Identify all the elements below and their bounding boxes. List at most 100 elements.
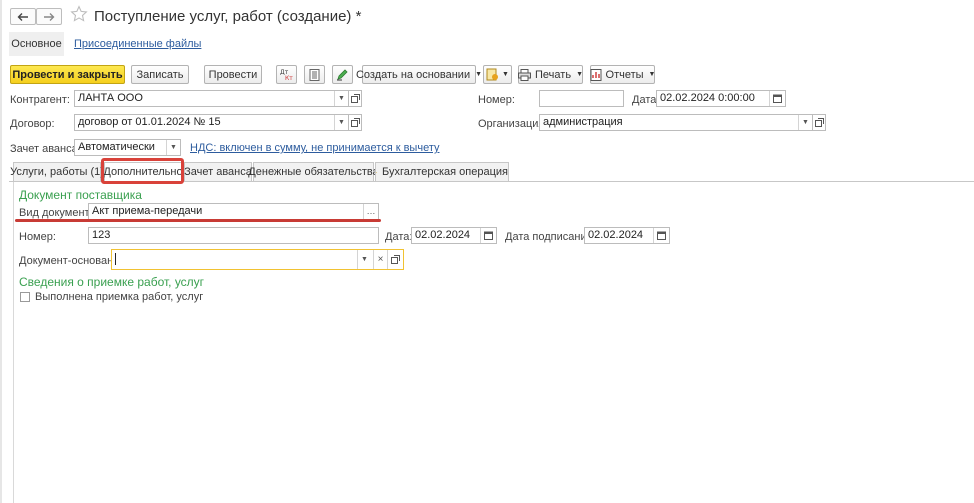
chevron-down-icon: ▼: [338, 119, 345, 126]
number-field[interactable]: [539, 90, 624, 107]
reports-button[interactable]: Отчеты ▼: [590, 65, 655, 84]
tab-accounting-operation[interactable]: Бухгалтерская операция: [375, 162, 509, 182]
sign-date-label: Дата подписания:: [505, 231, 596, 243]
tab-accounting-operation-label: Бухгалтерская операция: [382, 166, 508, 178]
post-label: Провести: [208, 68, 258, 81]
doc-type-value: Акт приема-передачи: [92, 205, 203, 217]
counterparty-dropdown-button[interactable]: ▼: [334, 91, 348, 106]
number-label: Номер:: [478, 94, 515, 106]
text-cursor: [115, 253, 116, 265]
post-and-close-button[interactable]: Провести и закрыть: [10, 65, 125, 84]
date-calendar-button[interactable]: [769, 91, 785, 106]
calendar-icon: [484, 231, 493, 240]
open-window-icon: [350, 94, 360, 103]
calendar-icon: [773, 94, 782, 103]
organization-open-button[interactable]: [812, 114, 826, 131]
date-value: 02.02.2024 0:00:00: [660, 92, 755, 104]
date-field[interactable]: 02.02.2024 0:00:00: [656, 90, 786, 107]
supplier-number-label: Номер:: [19, 231, 56, 243]
tab-monetary-obligations[interactable]: Денежные обязательства: [248, 162, 379, 182]
vat-link[interactable]: НДС: включен в сумму, не принимается к в…: [190, 142, 439, 154]
document-gear-icon: [486, 68, 499, 81]
organization-dropdown-button[interactable]: ▼: [798, 115, 812, 130]
doc-type-select-button[interactable]: …: [363, 204, 378, 219]
attach-menu-button[interactable]: ▼: [483, 65, 512, 84]
organization-value: администрация: [543, 116, 623, 128]
contract-dropdown-button[interactable]: ▼: [334, 115, 348, 130]
content-left-border: [13, 182, 14, 503]
contract-label: Договор:: [10, 118, 55, 130]
create-based-on-label: Создать на основании: [355, 68, 471, 81]
supplier-number-field[interactable]: 123: [88, 227, 379, 244]
acceptance-checkbox[interactable]: [20, 292, 30, 302]
arrow-right-icon: [44, 12, 55, 21]
doc-type-field[interactable]: Акт приема-передачи …: [88, 203, 379, 220]
calendar-icon: [657, 231, 666, 240]
dt-kt-button[interactable]: Дт Кт: [276, 65, 297, 84]
organization-field[interactable]: администрация ▼: [539, 114, 813, 131]
ellipsis-icon: …: [366, 206, 376, 216]
back-button[interactable]: [10, 8, 36, 25]
counterparty-label: Контрагент:: [10, 94, 70, 106]
arrow-left-icon: [17, 12, 28, 21]
acceptance-section-title: Сведения о приемке работ, услуг: [19, 275, 205, 289]
star-icon: [70, 5, 88, 22]
doc-type-highlight-underline: [15, 219, 381, 222]
counterparty-open-button[interactable]: [348, 90, 362, 107]
supplier-date-field[interactable]: 02.02.2024: [411, 227, 497, 244]
chevron-down-icon: ▼: [361, 256, 368, 263]
print-button[interactable]: Печать ▼: [518, 65, 583, 84]
advance-label: Зачет аванса:: [10, 143, 81, 155]
counterparty-field[interactable]: ЛАНТА ООО ▼: [74, 90, 349, 107]
contract-value: договор от 01.01.2024 № 15: [78, 116, 221, 128]
chevron-down-icon: ▼: [170, 144, 177, 151]
attached-files-link[interactable]: Присоединенные файлы: [74, 38, 201, 50]
open-window-icon: [350, 118, 360, 127]
advance-dropdown-button[interactable]: ▼: [166, 140, 180, 155]
svg-text:Кт: Кт: [285, 75, 293, 81]
tab-highlight-frame: [101, 158, 184, 184]
forward-button[interactable]: [36, 8, 62, 25]
chevron-down-icon: ▼: [576, 71, 583, 78]
chevron-down-icon: ▼: [502, 71, 509, 78]
save-button[interactable]: Записать: [131, 65, 189, 84]
window-title: Поступление услуг, работ (создание) *: [94, 8, 362, 25]
tab-services[interactable]: Услуги, работы (1): [10, 162, 104, 182]
open-window-icon: [391, 255, 400, 264]
report-list-button[interactable]: [304, 65, 325, 84]
reports-label: Отчеты: [605, 68, 644, 81]
chevron-down-icon: ▼: [648, 71, 656, 78]
tab-main[interactable]: Основное: [9, 32, 64, 56]
counterparty-value: ЛАНТА ООО: [78, 92, 143, 104]
acceptance-checkbox-label[interactable]: Выполнена приемка работ, услуг: [35, 291, 203, 303]
list-icon: [309, 68, 320, 81]
post-and-close-label: Провести и закрыть: [12, 68, 123, 81]
supplier-date-calendar-button[interactable]: [480, 228, 496, 243]
contract-open-button[interactable]: [348, 114, 362, 131]
edit-pencil-icon: [337, 69, 348, 81]
basis-document-field[interactable]: ▼ ×: [111, 249, 404, 270]
contract-field[interactable]: договор от 01.01.2024 № 15 ▼: [74, 114, 349, 131]
tab-advance-offset[interactable]: Зачет аванса: [184, 162, 252, 182]
doc-type-label: Вид документа:: [19, 207, 99, 219]
sign-date-calendar-button[interactable]: [653, 228, 669, 243]
edit-document-button[interactable]: [332, 65, 353, 84]
favorite-star-button[interactable]: [70, 5, 88, 26]
sign-date-field[interactable]: 02.02.2024: [584, 227, 670, 244]
printer-icon: [518, 68, 532, 81]
basis-dropdown-button[interactable]: ▼: [357, 250, 371, 269]
supplier-document-section-title: Документ поставщика: [19, 188, 142, 202]
basis-clear-button[interactable]: ×: [373, 250, 387, 269]
dt-kt-icon: ДтКт: [280, 69, 293, 81]
post-button[interactable]: Провести: [204, 65, 262, 84]
supplier-date-label: Дата:: [385, 231, 413, 243]
report-icon: [590, 68, 602, 81]
chevron-down-icon: ▼: [802, 119, 809, 126]
close-icon: ×: [377, 254, 384, 265]
advance-select[interactable]: Автоматически ▼: [74, 139, 181, 156]
chevron-down-icon: ▼: [475, 71, 483, 78]
basis-open-button[interactable]: [387, 250, 403, 269]
supplier-number-value: 123: [92, 229, 111, 241]
window-left-border: [0, 0, 2, 503]
create-based-on-button[interactable]: Создать на основании ▼: [356, 65, 482, 84]
